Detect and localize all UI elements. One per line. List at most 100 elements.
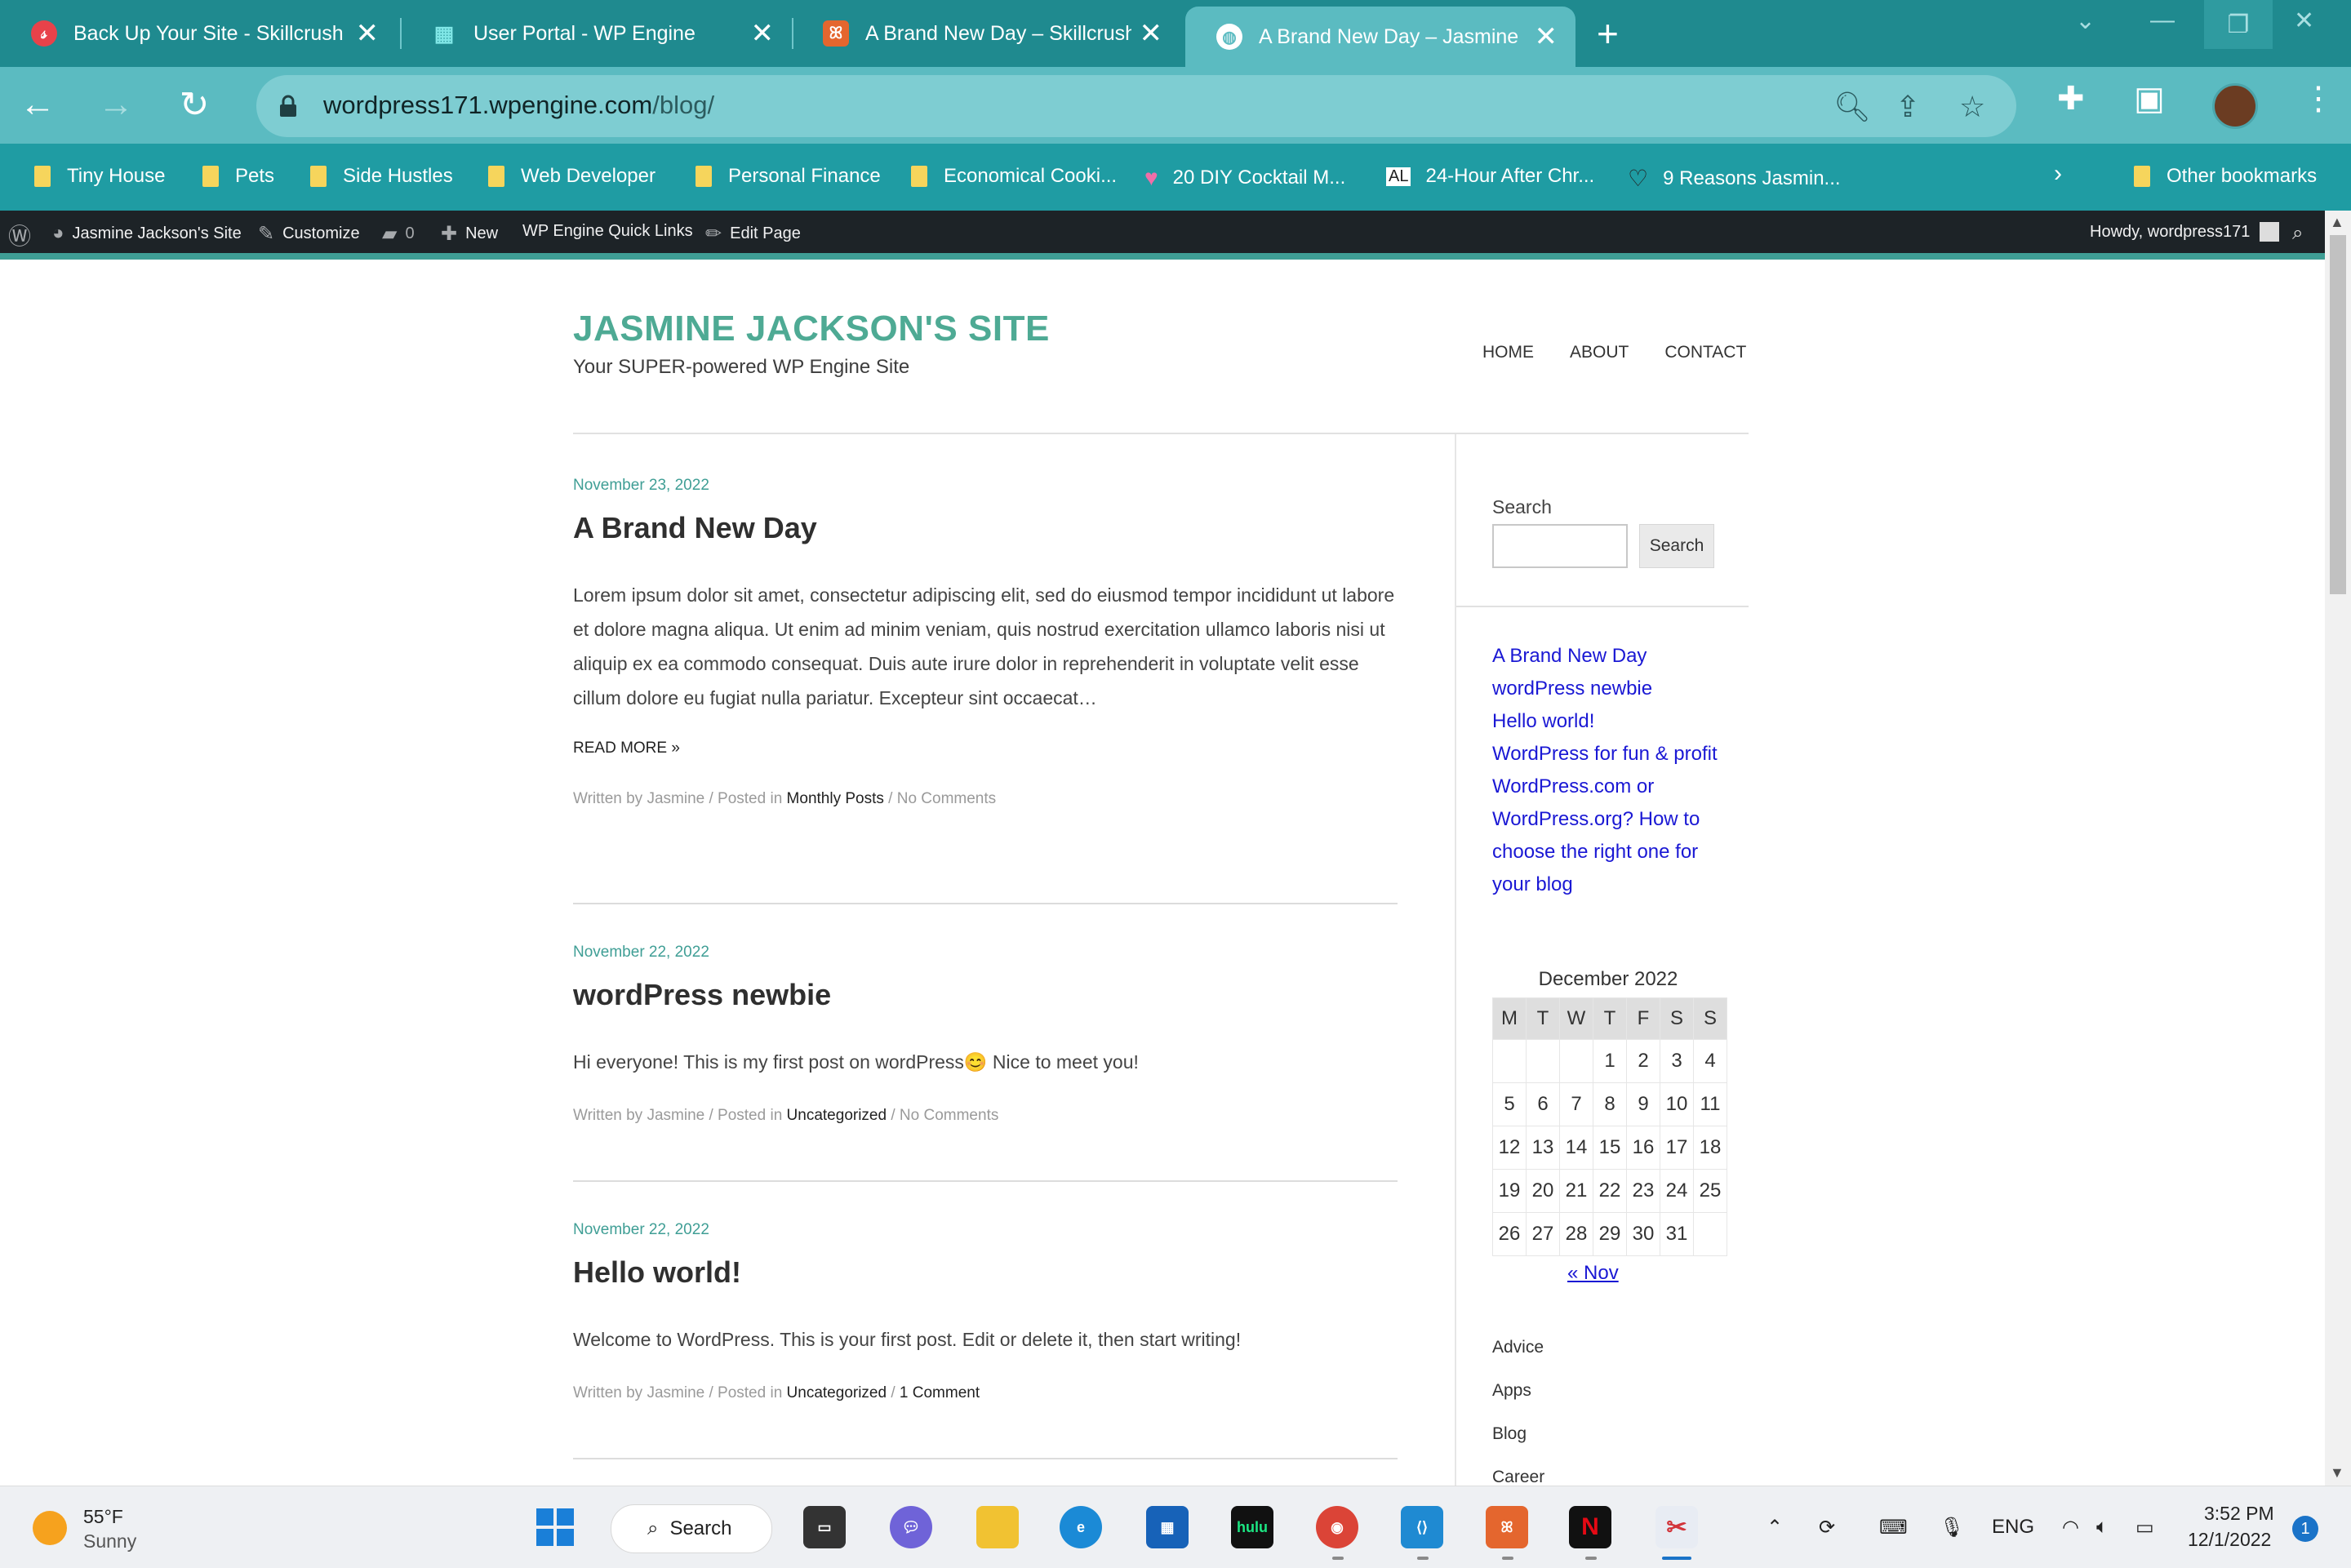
tab-backup-site[interactable]: 𝓈 Back Up Your Site - Skillcrush ✕: [0, 8, 397, 59]
recent-post-link[interactable]: WordPress for fun & profit: [1492, 738, 1729, 771]
notification-badge[interactable]: 1: [2292, 1516, 2318, 1542]
microphone-icon[interactable]: 🎙︎: [1940, 1516, 1964, 1539]
extensions-puzzle-icon[interactable]: ✚: [2057, 80, 2085, 118]
restore-icon[interactable]: ❐: [2204, 0, 2273, 49]
profile-avatar[interactable]: [2212, 83, 2258, 129]
bookmark-pets[interactable]: Pets: [202, 165, 274, 188]
page-scrollbar[interactable]: ▲ ▼: [2325, 211, 2351, 1486]
forward-arrow-icon[interactable]: →: [91, 80, 140, 129]
close-tab-icon[interactable]: ✕: [356, 20, 380, 47]
search-input[interactable]: [1492, 524, 1628, 568]
clock-time[interactable]: 3:52 PM: [2204, 1503, 2274, 1525]
tab-jasmine-brand-new-day[interactable]: ◍ A Brand New Day – Jasmine Ja ✕: [1185, 7, 1575, 67]
category-link[interactable]: Apps: [1492, 1369, 1544, 1412]
admin-comments-link[interactable]: ▰ 0: [382, 222, 415, 246]
bookmark-tiny-house[interactable]: Tiny House: [34, 165, 166, 188]
store-icon[interactable]: ▦: [1146, 1506, 1189, 1548]
taskbar-search[interactable]: ⌕ Search: [611, 1504, 772, 1553]
tab-search-chevron-icon[interactable]: ⌄: [2075, 7, 2095, 35]
url-text[interactable]: wordpress171.wpengine.com/blog/: [323, 91, 714, 120]
post-title[interactable]: A Brand New Day: [573, 511, 1398, 545]
nav-contact[interactable]: CONTACT: [1664, 343, 1746, 362]
scroll-up-arrow-icon[interactable]: ▲: [2330, 214, 2344, 231]
vscode-icon[interactable]: ⟨⟩: [1401, 1506, 1443, 1548]
new-tab-button[interactable]: +: [1597, 11, 1619, 56]
task-view-icon[interactable]: ▭: [803, 1506, 846, 1548]
post-date[interactable]: November 22, 2022: [573, 944, 1398, 962]
sync-icon[interactable]: ⟳: [1819, 1516, 1835, 1539]
close-tab-icon[interactable]: ✕: [751, 20, 775, 47]
reload-icon[interactable]: ↻: [170, 80, 219, 129]
volume-icon[interactable]: 🔈︎: [2096, 1516, 2108, 1539]
hulu-icon[interactable]: hulu: [1231, 1506, 1273, 1548]
address-bar[interactable]: wordpress171.wpengine.com/blog/ 🔍︎ ⇪ ☆: [256, 75, 2016, 137]
snipping-tool-icon[interactable]: ✂: [1655, 1506, 1698, 1548]
post-date[interactable]: November 23, 2022: [573, 477, 1398, 495]
search-button[interactable]: Search: [1639, 524, 1714, 568]
bookmarks-overflow-chevron-icon[interactable]: ›: [2054, 160, 2062, 188]
menu-kebab-icon[interactable]: ⋮: [2302, 80, 2335, 118]
clock-date[interactable]: 12/1/2022: [2188, 1529, 2271, 1551]
category-link[interactable]: Advice: [1492, 1326, 1544, 1369]
xampp-icon[interactable]: ꕤ: [1486, 1506, 1528, 1548]
bookmark-economical-cooking[interactable]: Economical Cooki...: [911, 165, 1117, 188]
file-explorer-icon[interactable]: [976, 1506, 1019, 1548]
sun-weather-icon[interactable]: [33, 1511, 67, 1545]
post-title[interactable]: wordPress newbie: [573, 978, 1398, 1012]
bookmark-star-icon[interactable]: ☆: [1959, 90, 1985, 124]
admin-howdy-link[interactable]: Howdy, wordpress171: [2090, 222, 2280, 242]
admin-new-link[interactable]: ✚ New: [441, 222, 498, 246]
post-date[interactable]: November 22, 2022: [573, 1221, 1398, 1239]
post-comments-link[interactable]: No Comments: [897, 790, 996, 807]
language-indicator[interactable]: ENG: [1992, 1516, 2034, 1539]
bookmark-diy-cocktail[interactable]: ♥ 20 DIY Cocktail M...: [1144, 165, 1345, 191]
admin-customize-link[interactable]: ✎ Customize: [258, 222, 360, 246]
admin-edit-page-link[interactable]: ✏ Edit Page: [705, 222, 801, 246]
scroll-down-arrow-icon[interactable]: ▼: [2330, 1464, 2344, 1481]
other-bookmarks[interactable]: Other bookmarks: [2134, 165, 2317, 188]
netflix-icon[interactable]: N: [1569, 1506, 1611, 1548]
post-category-link[interactable]: Monthly Posts: [787, 790, 884, 807]
back-arrow-icon[interactable]: ←: [13, 80, 62, 129]
category-link[interactable]: Blog: [1492, 1412, 1544, 1455]
wifi-icon[interactable]: ◠: [2062, 1516, 2079, 1539]
post-category-link[interactable]: Uncategorized: [787, 1384, 887, 1401]
calendar-prev-month-link[interactable]: « Nov: [1567, 1262, 1619, 1285]
tab-user-portal[interactable]: ▦ User Portal - WP Engine ✕: [400, 8, 792, 59]
recent-post-link[interactable]: wordPress newbie: [1492, 673, 1729, 705]
bookmark-9-reasons[interactable]: ♡ 9 Reasons Jasmin...: [1628, 165, 1841, 192]
chrome-icon[interactable]: ◉: [1316, 1506, 1358, 1548]
teams-chat-icon[interactable]: 💬︎: [890, 1506, 932, 1548]
post-comments-link[interactable]: No Comments: [900, 1107, 998, 1124]
weather-temperature[interactable]: 55°F: [83, 1506, 123, 1528]
minimize-icon[interactable]: —: [2150, 7, 2175, 34]
bookmark-web-developer[interactable]: Web Developer: [488, 165, 656, 188]
admin-search-icon[interactable]: ⌕: [2292, 222, 2311, 245]
tab-skillcrush-brand-new-day[interactable]: ꕤ A Brand New Day – Skillcrush S ✕: [792, 8, 1180, 59]
wordpress-logo-icon[interactable]: Ⓦ: [8, 219, 39, 251]
read-more-link[interactable]: READ MORE »: [573, 740, 1398, 757]
bookmark-24-hour[interactable]: AL 24-Hour After Chr...: [1386, 165, 1594, 188]
zoom-icon[interactable]: 🔍︎: [1833, 90, 1871, 124]
admin-site-link[interactable]: ◕ Jasmine Jackson's Site: [52, 222, 242, 245]
scrollbar-thumb[interactable]: [2330, 235, 2346, 594]
recent-post-link[interactable]: Hello world!: [1492, 705, 1729, 738]
close-tab-icon[interactable]: ✕: [1535, 23, 1558, 51]
admin-quicklinks-link[interactable]: WP Engine Quick Links: [522, 222, 693, 241]
weather-condition[interactable]: Sunny: [83, 1530, 136, 1552]
bookmark-side-hustles[interactable]: Side Hustles: [310, 165, 453, 188]
bookmark-personal-finance[interactable]: Personal Finance: [696, 165, 881, 188]
windows-start-icon[interactable]: [534, 1506, 576, 1548]
recent-post-link[interactable]: WordPress.com or WordPress.org? How to c…: [1492, 771, 1729, 901]
window-close-icon[interactable]: ✕: [2294, 7, 2314, 35]
side-panel-icon[interactable]: ▣: [2134, 80, 2165, 118]
nav-about[interactable]: ABOUT: [1570, 343, 1629, 362]
tray-overflow-chevron-icon[interactable]: ⌃: [1767, 1516, 1783, 1539]
close-tab-icon[interactable]: ✕: [1140, 20, 1163, 47]
site-title[interactable]: JASMINE JACKSON'S SITE: [573, 309, 1050, 349]
post-title[interactable]: Hello world!: [573, 1255, 1398, 1290]
nav-home[interactable]: HOME: [1482, 343, 1534, 362]
edge-icon[interactable]: e: [1060, 1506, 1102, 1548]
battery-icon[interactable]: ▭: [2135, 1516, 2154, 1539]
recent-post-link[interactable]: A Brand New Day: [1492, 640, 1729, 673]
